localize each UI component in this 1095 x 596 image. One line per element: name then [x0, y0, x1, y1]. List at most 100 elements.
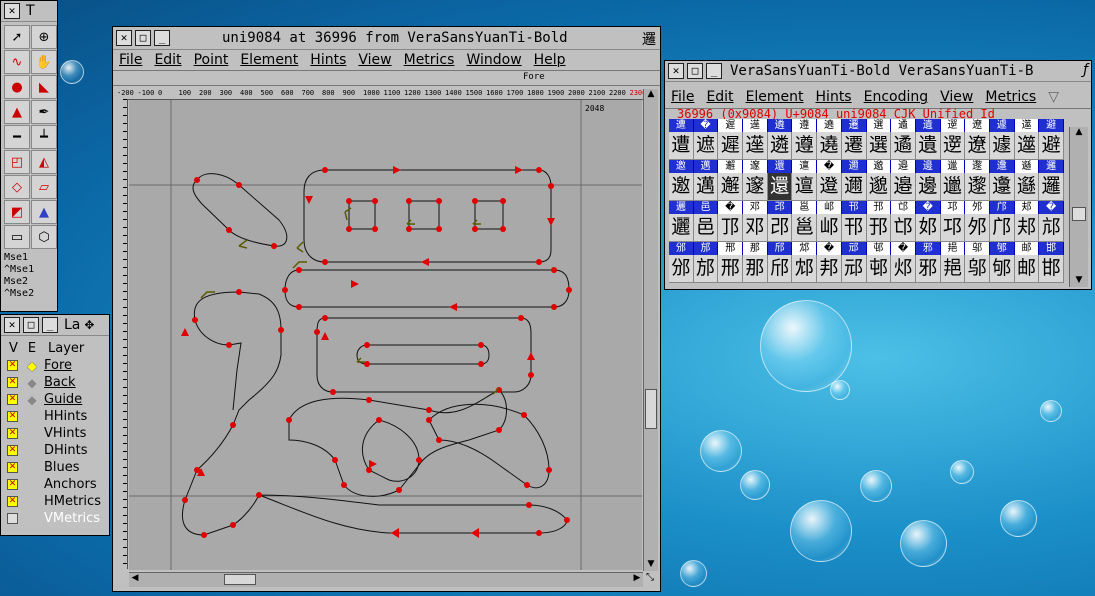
glyph-cell[interactable]: 邯 [1039, 255, 1064, 283]
menu-window[interactable]: Window [466, 52, 521, 68]
layer-visible-checkbox[interactable]: ✕ [7, 445, 18, 456]
horizontal-scrollbar[interactable]: ◀ ▶ [129, 572, 643, 587]
menu-file[interactable]: File [671, 89, 694, 105]
layer-visible-checkbox[interactable]: ✕ [7, 377, 18, 388]
skew-icon[interactable]: ▱ [31, 175, 57, 199]
glyph-cell[interactable]: 邙 [891, 214, 916, 242]
glyph-cell[interactable]: 邗 [841, 214, 867, 242]
layer-edit-icon[interactable]: ◆ [22, 359, 42, 373]
close-button[interactable]: ✕ [116, 30, 132, 46]
layer-row[interactable]: ✕ VHints [1, 425, 109, 442]
scroll-thumb[interactable] [645, 389, 657, 429]
glyph-cell[interactable]: 邉 [891, 173, 916, 201]
scroll-right-icon[interactable]: ▶ [631, 573, 643, 587]
glyph-cell[interactable]: 邤 [767, 255, 793, 283]
scroll-left-icon[interactable]: ◀ [129, 573, 141, 587]
glyph-cell[interactable]: 避 [1039, 132, 1064, 160]
glyph-cell[interactable]: 邠 [669, 255, 694, 283]
glyph-cell[interactable]: 邐 [669, 214, 694, 242]
maximize-button[interactable]: □ [23, 317, 39, 333]
scale-icon[interactable]: ◰ [4, 150, 30, 174]
glyph-cell[interactable]: 那 [743, 255, 768, 283]
menu-encoding[interactable]: Encoding [864, 89, 929, 105]
maximize-button[interactable]: □ [135, 30, 151, 46]
close-button[interactable]: ✕ [668, 63, 684, 79]
menu-edit[interactable]: Edit [154, 52, 181, 68]
star-icon[interactable]: ▲ [31, 200, 57, 224]
layer-row[interactable]: ✕ HMetrics [1, 493, 109, 510]
glyph-cell[interactable]: 邈 [866, 173, 892, 201]
layer-edit-icon[interactable]: ◆ [22, 393, 42, 407]
glyph-cell[interactable]: 邀 [669, 173, 694, 201]
glyph-cell[interactable]: 邒 [718, 214, 744, 242]
layer-visible-checkbox[interactable]: ✕ [7, 411, 18, 422]
glyph-cell[interactable]: 邪 [915, 255, 941, 283]
scroll-thumb[interactable] [1072, 207, 1086, 221]
rotate-icon[interactable]: ◇ [4, 175, 30, 199]
layer-row[interactable]: VMetrics [1, 510, 109, 527]
glyph-cell[interactable]: 遾 [1014, 132, 1040, 160]
flip-icon[interactable]: ◭ [31, 150, 57, 174]
glyph-cell[interactable]: 邃 [743, 173, 768, 201]
glyph-cell[interactable]: 選 [866, 132, 892, 160]
font-scrollbar[interactable]: ▲ ▼ [1069, 127, 1088, 287]
close-button[interactable]: ✕ [4, 3, 20, 19]
glyph-cell[interactable]: 遮 [693, 132, 719, 160]
layer-visible-checkbox[interactable]: ✕ [7, 462, 18, 473]
glyph-cell[interactable]: 遺 [915, 132, 941, 160]
layer-row[interactable]: ✕ ◆ Fore [1, 357, 109, 374]
glyph-cell[interactable]: 遷 [841, 132, 867, 160]
glyph-cell[interactable]: 邝 [989, 214, 1015, 242]
glyph-cell[interactable]: 遳 [743, 132, 768, 160]
scroll-up-icon[interactable]: ▲ [1070, 127, 1088, 139]
pen-icon[interactable]: ✒ [31, 100, 57, 124]
glyph-cell[interactable]: 邇 [841, 173, 867, 201]
scroll-up-icon[interactable]: ▲ [644, 89, 658, 101]
glyph-cell[interactable]: 邁 [693, 173, 719, 201]
glyph-cell[interactable]: 邖 [817, 214, 842, 242]
layer-row[interactable]: ✕ Anchors [1, 476, 109, 493]
menu-help[interactable]: Help [534, 52, 566, 68]
glyph-cell[interactable]: 邊 [915, 173, 941, 201]
layer-row[interactable]: ✕ Blues [1, 459, 109, 476]
rectangle-icon[interactable]: ▭ [4, 225, 30, 249]
glyph-cell[interactable]: 邘 [866, 214, 892, 242]
glyph-cell[interactable]: 遼 [965, 132, 990, 160]
menu-hints[interactable]: Hints [816, 89, 852, 105]
glyph-cell[interactable]: 邩 [891, 255, 916, 283]
layer-visible-checkbox[interactable]: ✕ [7, 496, 18, 507]
glyph-cell[interactable]: 還 [767, 173, 793, 201]
glyph-cell[interactable]: 遲 [718, 132, 744, 160]
menu-file[interactable]: File [119, 52, 142, 68]
glyph-cell[interactable]: 遭 [669, 132, 694, 160]
glyph-cell[interactable]: 遽 [989, 132, 1015, 160]
layer-edit-icon[interactable]: ◆ [22, 376, 42, 390]
polygon-icon[interactable]: ⬡ [31, 225, 57, 249]
menu-hints[interactable]: Hints [310, 52, 346, 68]
menu-metrics[interactable]: Metrics [404, 52, 455, 68]
scroll-down-icon[interactable]: ▼ [1070, 275, 1088, 287]
glyph-cell[interactable]: 邔 [767, 214, 793, 242]
scroll-thumb[interactable] [224, 574, 256, 585]
layer-row[interactable]: ✕ HHints [1, 408, 109, 425]
scroll-down-icon[interactable]: ▼ [644, 559, 658, 571]
magnify-icon[interactable]: ⊕ [31, 25, 57, 49]
layer-visible-checkbox[interactable]: ✕ [7, 479, 18, 490]
glyph-cell[interactable]: 邡 [693, 255, 719, 283]
layer-row[interactable]: ✕ DHints [1, 442, 109, 459]
glyph-cell[interactable]: 邚 [915, 214, 941, 242]
glyph-cell[interactable]: 遹 [891, 132, 916, 160]
glyph-cell[interactable]: 邎 [1014, 173, 1040, 201]
glyph-cell[interactable]: 邜 [965, 214, 990, 242]
tangent-point-icon[interactable]: ▲ [4, 100, 30, 124]
glyph-cell[interactable]: 邅 [792, 173, 818, 201]
glyph-cell[interactable]: 邂 [718, 173, 744, 201]
glyph-cell[interactable]: 邦 [817, 255, 842, 283]
glyph-canvas[interactable]: 2048 [129, 100, 642, 570]
layer-visible-checkbox[interactable]: ✕ [7, 428, 18, 439]
layer-row[interactable]: ✕ ◆ Guide [1, 391, 109, 408]
ruler-icon[interactable]: ┷ [31, 125, 57, 149]
glyph-cell[interactable]: 邢 [718, 255, 744, 283]
glyph-cell[interactable]: 遻 [940, 132, 966, 160]
glyph-cell[interactable]: 邑 [693, 214, 719, 242]
